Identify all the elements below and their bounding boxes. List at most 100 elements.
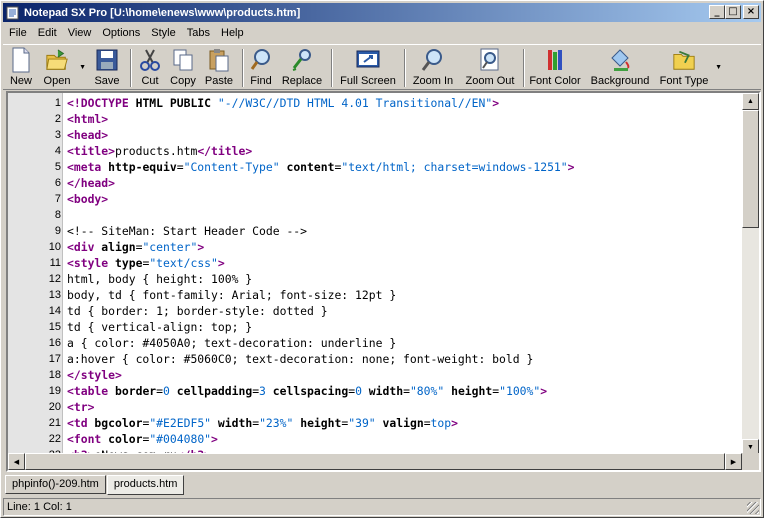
code-line[interactable]: td { border: 1; border-style: dotted } <box>67 303 328 319</box>
font-color-label: Font Color <box>529 75 581 87</box>
scroll-left-arrow-icon[interactable]: ◀ <box>8 453 25 470</box>
vertical-scroll-thumb[interactable] <box>742 110 759 228</box>
line-number: 4 <box>54 145 61 157</box>
code-token: "center" <box>142 240 198 254</box>
cut-label: Cut <box>141 75 159 87</box>
code-line[interactable]: <tr> <box>67 399 94 415</box>
code-line[interactable]: <!-- SiteMan: Start Header Code --> <box>67 223 307 239</box>
minimize-button[interactable]: _ <box>709 5 725 19</box>
maximize-button[interactable]: □ <box>725 5 741 19</box>
code-line[interactable]: <font color="#004080"> <box>67 431 218 447</box>
zoom-in-label: Zoom In <box>412 75 454 87</box>
scroll-right-arrow-icon[interactable]: ▶ <box>725 453 742 470</box>
code-token: "23%" <box>259 416 294 430</box>
paste-button[interactable]: Paste <box>203 46 235 90</box>
code-token: <body> <box>67 192 109 206</box>
code-line[interactable]: </style> <box>67 367 122 383</box>
line-number-gutter: 1234567891011121314151617181920212223 <box>8 93 63 461</box>
menu-help[interactable]: Help <box>215 27 249 39</box>
replace-label: Replace <box>281 75 323 87</box>
menu-view[interactable]: View <box>62 27 97 39</box>
font-type-dropdown-icon[interactable]: ▼ <box>715 64 722 71</box>
app-icon[interactable] <box>5 5 21 21</box>
open-dropdown-icon[interactable]: ▼ <box>79 64 86 71</box>
code-token: "39" <box>348 416 376 430</box>
code-token: "-//W3C//DTD HTML 4.01 Transitional//EN" <box>217 96 493 110</box>
save-label: Save <box>94 75 120 87</box>
background-button[interactable]: Background <box>589 46 651 90</box>
code-line[interactable]: <div align="center"> <box>67 239 204 255</box>
replace-icon <box>290 47 314 73</box>
code-token: http-equiv <box>101 160 177 174</box>
menu-tabs[interactable]: Tabs <box>181 27 215 39</box>
code-line[interactable]: a { color: #4050A0; text-decoration: und… <box>67 335 396 351</box>
code-line[interactable]: <table border=0 cellpadding=3 cellspacin… <box>67 383 547 399</box>
code-token: bgcolor <box>87 416 143 430</box>
horizontal-scroll-thumb[interactable] <box>25 453 725 470</box>
code-line[interactable]: <style type="text/css"> <box>67 255 225 271</box>
magnifier-icon <box>249 47 273 73</box>
editor-area[interactable]: 1234567891011121314151617181920212223 <!… <box>6 91 761 472</box>
code-line[interactable]: <title>products.htm</title> <box>67 143 252 159</box>
code-line[interactable]: <html> <box>67 111 108 127</box>
fullscreen-button[interactable]: Full Screen <box>337 46 399 90</box>
code-token: body, td { font-family: Arial; font-size… <box>67 288 397 302</box>
zoom-in-button[interactable]: Zoom In <box>409 46 457 90</box>
code-line[interactable]: body, td { font-family: Arial; font-size… <box>67 287 396 303</box>
replace-button[interactable]: Replace <box>280 46 324 90</box>
code-line[interactable]: <body> <box>67 191 108 207</box>
open-label: Open <box>43 75 71 87</box>
code-token: <div <box>67 240 95 254</box>
code-token: > <box>567 160 575 174</box>
code-line[interactable]: <td bgcolor="#E2EDF5" width="23%" height… <box>67 415 458 431</box>
code-token: border <box>108 384 157 398</box>
line-number: 18 <box>48 369 61 381</box>
code-text-area[interactable]: <!DOCTYPE HTML PUBLIC "-//W3C//DTD HTML … <box>63 93 745 456</box>
font-color-button[interactable]: Font Color <box>529 46 581 90</box>
zoom-out-label: Zoom Out <box>465 75 515 87</box>
code-line[interactable]: a:hover { color: #5060C0; text-decoratio… <box>67 351 533 367</box>
zoom-out-button[interactable]: Zoom Out <box>463 46 517 90</box>
line-number: 5 <box>54 161 61 173</box>
new-button[interactable]: New <box>6 46 36 90</box>
close-button[interactable]: × <box>743 5 759 19</box>
horizontal-scrollbar[interactable]: ◀ ▶ <box>8 453 742 470</box>
code-token: 3 <box>259 384 266 398</box>
menu-style[interactable]: Style <box>145 27 180 39</box>
copy-button[interactable]: Copy <box>168 46 198 90</box>
font-color-pencils-icon <box>543 47 567 73</box>
code-line[interactable]: <!DOCTYPE HTML PUBLIC "-//W3C//DTD HTML … <box>67 95 499 111</box>
font-type-button[interactable]: Font Type ▼ <box>658 46 722 90</box>
resize-grip[interactable] <box>747 502 759 514</box>
code-token: HTML PUBLIC <box>128 96 218 110</box>
menu-edit[interactable]: Edit <box>32 27 62 39</box>
main-window: Notepad SX Pro [U:\home\enews\www\produc… <box>0 0 764 518</box>
toolbar-separator <box>523 49 525 87</box>
tab-products[interactable]: products.htm <box>106 475 185 495</box>
code-token: > <box>217 256 225 270</box>
code-line[interactable]: </head> <box>67 175 115 191</box>
scroll-up-arrow-icon[interactable]: ▲ <box>742 93 759 110</box>
line-number: 10 <box>48 241 61 253</box>
code-line[interactable]: <meta http-equiv="Content-Type" content=… <box>67 159 575 175</box>
title-bar[interactable]: Notepad SX Pro [U:\home\enews\www\produc… <box>3 3 761 22</box>
new-label: New <box>9 75 32 87</box>
vertical-scrollbar[interactable]: ▲ ▼ <box>742 93 759 456</box>
code-token: top <box>430 416 452 430</box>
line-number: 7 <box>54 193 61 205</box>
menu-file[interactable]: File <box>3 27 32 39</box>
cut-button[interactable]: Cut <box>136 46 164 90</box>
code-line[interactable]: html, body { height: 100% } <box>67 271 252 287</box>
menu-options[interactable]: Options <box>96 27 145 39</box>
save-button[interactable]: Save <box>92 46 122 90</box>
code-token: <style <box>67 256 109 270</box>
code-line[interactable]: td { vertical-align: top; } <box>67 319 252 335</box>
code-token: content <box>279 160 335 174</box>
code-line[interactable]: <head> <box>67 127 108 143</box>
background-label: Background <box>590 75 650 87</box>
cursor-position: Line: 1 Col: 1 <box>7 501 72 513</box>
font-type-label: Font Type <box>659 75 709 87</box>
find-button[interactable]: Find <box>248 46 274 90</box>
open-button[interactable]: Open ▼ <box>40 46 86 90</box>
tab-phpinfo[interactable]: phpinfo()-209.htm <box>5 475 106 494</box>
